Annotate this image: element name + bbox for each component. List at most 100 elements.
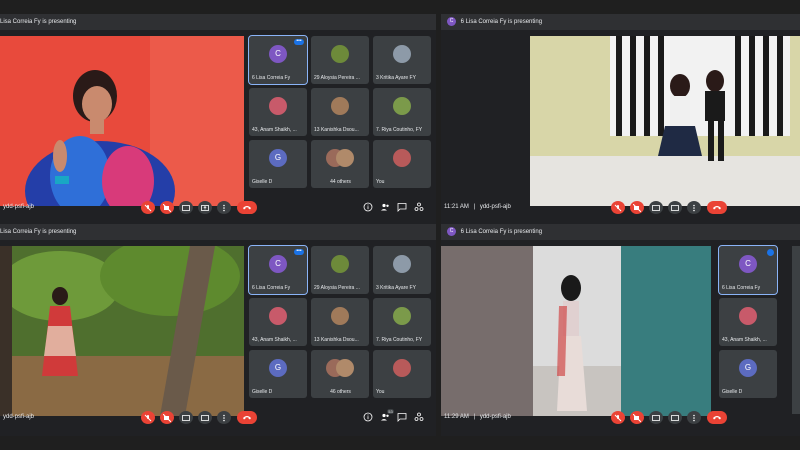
captions-icon[interactable]	[649, 411, 663, 424]
participant-tile[interactable]: 3 Kritika Ayare FY	[373, 36, 431, 84]
participant-name: 29 Aloysia Pereira ...	[314, 285, 360, 291]
presenter-video	[441, 246, 711, 416]
participant-tile[interactable]: G Giselle D	[249, 140, 307, 188]
captions-icon[interactable]	[649, 201, 663, 214]
participant-tile[interactable]: G Giselle D	[249, 350, 307, 398]
others-count: 46 others	[330, 389, 351, 395]
more-vert-icon[interactable]	[687, 201, 701, 214]
participant-tile[interactable]: 43, Anam Shaikh, ...	[249, 298, 307, 346]
camera-off-icon[interactable]	[160, 201, 174, 214]
participant-name: 7. Riya Coutinho, FY	[376, 337, 423, 343]
participant-name: 7. Riya Coutinho, FY	[376, 127, 423, 133]
participant-name: You	[376, 179, 385, 185]
avatar	[331, 45, 349, 63]
people-icon[interactable]	[380, 202, 390, 212]
participant-name: 43, Anam Shaikh, ...	[252, 337, 297, 343]
activities-icon[interactable]	[414, 202, 424, 212]
avatar	[393, 97, 411, 115]
info-icon[interactable]	[363, 412, 373, 422]
participant-name: 43, Anam Shaikh, ...	[722, 337, 767, 343]
avatar	[336, 149, 354, 167]
present-icon[interactable]	[198, 411, 212, 424]
camera-off-icon[interactable]	[630, 411, 644, 424]
avatar: C	[739, 255, 757, 273]
more-vert-icon[interactable]	[687, 411, 701, 424]
hang-up-icon[interactable]	[707, 201, 727, 214]
participant-tile[interactable]: 29 Aloysia Pereira ...	[311, 246, 369, 294]
captions-icon[interactable]	[179, 201, 193, 214]
participant-tile[interactable]: 13 Kanishka Dsou...	[311, 298, 369, 346]
people-icon[interactable]: 53	[380, 409, 394, 422]
avatar	[336, 359, 354, 377]
more-options-icon[interactable]: •••	[294, 249, 304, 255]
presentation-stage	[0, 246, 244, 416]
participant-name: 6 Lisa Correia Fy	[252, 75, 291, 81]
hang-up-icon[interactable]	[237, 201, 257, 214]
avatar	[739, 307, 757, 325]
present-icon[interactable]	[668, 411, 682, 424]
participant-tile[interactable]: 7. Riya Coutinho, FY	[373, 298, 431, 346]
control-bar: 11:21 AM | ydd-psfi-ajb	[441, 200, 800, 216]
mic-off-icon[interactable]	[611, 201, 625, 214]
activities-icon[interactable]	[414, 412, 424, 422]
mic-off-icon[interactable]	[141, 411, 155, 424]
camera-off-icon[interactable]	[630, 201, 644, 214]
meet-window-2: C 6 Lisa Correia Fy is presenting 11:21 …	[441, 14, 800, 224]
chat-icon[interactable]	[397, 202, 407, 212]
presenting-text: 6 Lisa Correia Fy is presenting	[460, 229, 543, 235]
present-icon[interactable]	[668, 201, 682, 214]
presentation-stage	[441, 246, 711, 416]
presenting-text: Lisa Correia Fy is presenting	[0, 229, 77, 235]
participant-tile[interactable]: 29 Aloysia Pereira ...	[311, 36, 369, 84]
participant-name: 6 Lisa Correia Fy	[722, 285, 761, 291]
avatar	[331, 255, 349, 273]
others-tile[interactable]: 46 others	[311, 350, 369, 398]
captions-icon[interactable]	[179, 411, 193, 424]
people-count-badge: 53	[387, 409, 394, 414]
mic-off-icon[interactable]	[611, 411, 625, 424]
more-options-icon[interactable]: •••	[294, 39, 304, 45]
participant-name: Giselle D	[252, 179, 273, 185]
avatar	[269, 307, 287, 325]
participant-name: 43, Anam Shaikh, ...	[252, 127, 297, 133]
participant-tile[interactable]: C 6 Lisa Correia Fy	[718, 245, 778, 295]
participant-tile[interactable]: G Giselle D	[719, 350, 777, 398]
presenter-video	[530, 36, 800, 206]
others-tile[interactable]: 44 others	[311, 140, 369, 188]
participant-tile[interactable]: C ••• 6 Lisa Correia Fy	[248, 35, 308, 85]
chat-icon[interactable]	[397, 412, 407, 422]
meet-window-3: Lisa Correia Fy is presenting C ••• 6 Li…	[0, 224, 436, 436]
control-bar: ydd-psfi-ajb	[0, 200, 436, 216]
time: 11:29 AM	[444, 414, 469, 420]
meeting-code: ydd-psfi-ajb	[3, 414, 35, 420]
control-bar: ydd-psfi-ajb 53	[0, 409, 436, 426]
mic-off-icon[interactable]	[141, 201, 155, 214]
participant-tile[interactable]: 13 Kanishka Dsou...	[311, 88, 369, 136]
participant-tile[interactable]: 7. Riya Coutinho, FY	[373, 88, 431, 136]
participant-tile[interactable]: 3 Kritika Ayare FY	[373, 246, 431, 294]
self-tile[interactable]: You	[373, 350, 431, 398]
participant-tile[interactable]: 43, Anam Shaikh, ...	[249, 88, 307, 136]
overflow-column	[792, 246, 800, 414]
participant-tile[interactable]: C ••• 6 Lisa Correia Fy	[248, 245, 308, 295]
avatar: C	[269, 255, 287, 273]
participant-tile[interactable]: 43, Anam Shaikh, ...	[719, 298, 777, 346]
avatar	[393, 255, 411, 273]
participant-name: Giselle D	[722, 389, 743, 395]
participant-name: Giselle D	[252, 389, 273, 395]
more-vert-icon[interactable]	[217, 411, 231, 424]
presenting-bar: C 6 Lisa Correia Fy is presenting	[441, 224, 800, 240]
present-icon[interactable]	[198, 201, 212, 214]
more-vert-icon[interactable]	[217, 201, 231, 214]
info-icon[interactable]	[363, 202, 373, 212]
meeting-clock: 11:21 AM | ydd-psfi-ajb	[444, 204, 511, 210]
meeting-clock: 11:29 AM | ydd-psfi-ajb	[444, 414, 511, 420]
participant-name: 3 Kritika Ayare FY	[376, 75, 416, 81]
presenting-bar: Lisa Correia Fy is presenting	[0, 224, 436, 240]
self-tile[interactable]: You	[373, 140, 431, 188]
participant-name: 3 Kritika Ayare FY	[376, 285, 416, 291]
camera-off-icon[interactable]	[160, 411, 174, 424]
presenting-bar: Lisa Correia Fy is presenting	[0, 14, 436, 30]
hang-up-icon[interactable]	[707, 411, 727, 424]
hang-up-icon[interactable]	[237, 411, 257, 424]
